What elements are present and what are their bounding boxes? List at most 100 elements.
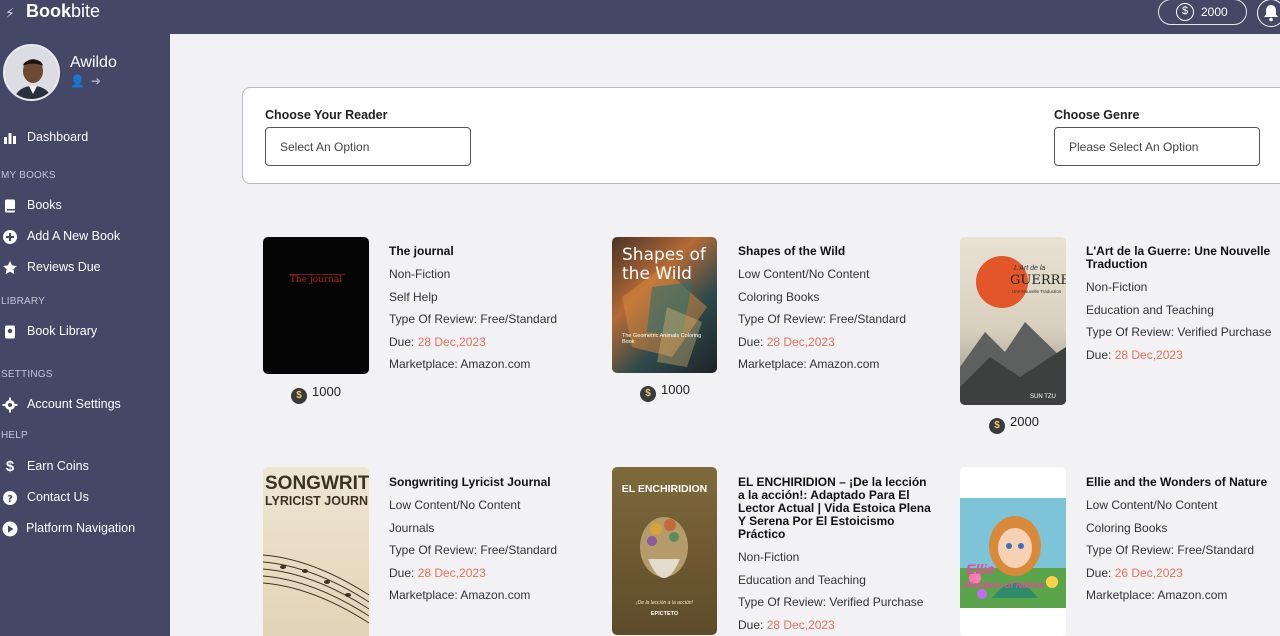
book-info: Ellie and the Wonders of Nature Low Cont… bbox=[1086, 476, 1276, 611]
cover-subtitle: Une Nouvelle Traduction bbox=[1012, 289, 1062, 294]
sidebar-item-label: Contact Us bbox=[27, 490, 89, 504]
book-category: Low Content/No Content bbox=[389, 498, 521, 512]
book-review-type: Type Of Review: Free/Standard bbox=[1086, 543, 1255, 557]
user-name: Awildo bbox=[70, 54, 117, 71]
book-due: Due: 26 Dec,2023 bbox=[1086, 566, 1276, 589]
book-review-type: Type Of Review: Free/Standard bbox=[389, 543, 558, 557]
book-title[interactable]: Ellie and the Wonders of Nature bbox=[1086, 476, 1276, 489]
music-staff-art bbox=[263, 554, 369, 624]
coin-amount: 1000 bbox=[312, 384, 341, 399]
cover-subtitle: The Geometric Animals Coloring Book bbox=[622, 333, 702, 345]
ellie-art bbox=[960, 498, 1066, 608]
sidebar-item-dashboard[interactable]: Dashboard bbox=[0, 126, 170, 150]
book-info: Shapes of the Wild Low Content/No Conten… bbox=[738, 245, 933, 380]
sidebar-item-account-settings[interactable]: Account Settings bbox=[0, 393, 170, 417]
genre-select[interactable]: Please Select An Option bbox=[1054, 127, 1260, 166]
book-title[interactable]: The journal bbox=[389, 245, 584, 258]
book-category: Low Content/No Content bbox=[1086, 498, 1218, 512]
star-icon bbox=[3, 261, 17, 275]
cover-author: SUN TZU bbox=[1030, 394, 1056, 400]
book-category: Non-Fiction bbox=[738, 550, 800, 564]
book-due: Due: 28 Dec,2023 bbox=[389, 335, 584, 358]
book-title[interactable]: Songwriting Lyricist Journal bbox=[389, 476, 584, 489]
book-title[interactable]: L'Art de la Guerre: Une Nouvelle Traduct… bbox=[1086, 245, 1276, 271]
book-genre: Self Help bbox=[389, 289, 438, 304]
book-info: Songwriting Lyricist Journal Low Content… bbox=[389, 476, 584, 611]
book-cover[interactable]: The journal bbox=[263, 237, 369, 374]
coin-balance-button[interactable]: $ 2000 bbox=[1158, 0, 1247, 25]
sidebar-item-book-library[interactable]: Book Library bbox=[0, 320, 170, 344]
book-genre: Journals bbox=[389, 520, 435, 535]
sidebar-item-label: Reviews Due bbox=[27, 260, 101, 274]
book-title[interactable]: EL ENCHIRIDION – ¡De la lección a la acc… bbox=[738, 476, 933, 541]
sidebar-item-earn-coins[interactable]: $ Earn Coins bbox=[0, 455, 170, 479]
book-marketplace: Marketplace: Amazon.com bbox=[389, 357, 531, 371]
cover-title: The journal bbox=[289, 275, 343, 285]
book-genre: Education and Teaching bbox=[738, 572, 866, 587]
due-date: 28 Dec,2023 bbox=[417, 334, 486, 349]
section-heading-settings: SETTINGS bbox=[1, 369, 53, 380]
sidebar-item-label: Account Settings bbox=[27, 397, 121, 411]
bolt-icon: ⚡ bbox=[5, 5, 15, 21]
book-due: Due: 28 Dec,2023 bbox=[738, 335, 933, 358]
cover-title: Ellie bbox=[966, 561, 995, 577]
sidebar-item-label: Add A New Book bbox=[27, 229, 121, 243]
cover-title: Shapes of the Wild bbox=[622, 245, 706, 284]
brand-logo[interactable]: Bookbite bbox=[26, 1, 100, 22]
due-date: 28 Dec,2023 bbox=[766, 617, 835, 632]
cover-title: GUERRE bbox=[1010, 273, 1066, 288]
gear-icon bbox=[2, 397, 18, 413]
dollar-icon: $ bbox=[1176, 3, 1194, 21]
book-review-type: Type Of Review: Free/Standard bbox=[738, 312, 907, 326]
plus-circle-icon bbox=[3, 230, 17, 244]
notifications-button[interactable] bbox=[1257, 0, 1280, 27]
top-bar: ⚡ Bookbite $ 2000 bbox=[0, 0, 1280, 34]
section-heading-library: LIBRARY bbox=[1, 296, 46, 307]
coin-icon: $ bbox=[291, 388, 307, 404]
profile-icon[interactable]: 👤 bbox=[70, 74, 85, 88]
book-coin-reward: $2000 bbox=[989, 414, 1039, 434]
logout-icon[interactable]: ➜ bbox=[91, 74, 101, 88]
sidebar-item-label: Platform Navigation bbox=[26, 521, 136, 535]
book-review-type: Type Of Review: Verified Purchase bbox=[1086, 325, 1272, 339]
book-cover[interactable]: SONGWRITI LYRICIST JOURN bbox=[263, 467, 369, 636]
library-book-icon bbox=[5, 325, 15, 339]
book-marketplace: Marketplace: Amazon.com bbox=[738, 357, 880, 371]
avatar[interactable] bbox=[3, 44, 60, 101]
cover-subtitle: ¡De la lección a la acción! bbox=[636, 600, 693, 606]
book-cover[interactable]: L'Art de la GUERRE Une Nouvelle Traducti… bbox=[960, 237, 1066, 405]
book-cover[interactable]: EL ENCHIRIDION ¡De la lección a la acció… bbox=[612, 467, 717, 635]
bar-chart-icon bbox=[4, 133, 16, 144]
book-cover[interactable]: Shapes of the Wild The Geometric Animals… bbox=[612, 237, 717, 373]
coin-icon: $ bbox=[640, 386, 656, 402]
sidebar-item-label: Earn Coins bbox=[27, 459, 89, 473]
due-date: 28 Dec,2023 bbox=[1114, 347, 1183, 362]
bell-icon bbox=[1264, 5, 1278, 22]
book-coin-reward: $1000 bbox=[291, 384, 341, 404]
book-cover[interactable]: Ellie Wonders of Nature bbox=[960, 467, 1066, 636]
sidebar-item-contact-us[interactable]: ? Contact Us bbox=[0, 486, 170, 510]
cover-subtitle: Wonders of Nature bbox=[964, 580, 1045, 590]
book-category: Non-Fiction bbox=[389, 267, 451, 281]
reader-select[interactable]: Select An Option bbox=[265, 127, 471, 166]
book-info: The journal Non-Fiction Self Help Type O… bbox=[389, 245, 584, 380]
book-info: EL ENCHIRIDION – ¡De la lección a la acc… bbox=[738, 476, 933, 636]
sidebar-item-label: Dashboard bbox=[27, 130, 89, 144]
coin-icon: $ bbox=[989, 418, 1005, 434]
sidebar-item-add-book[interactable]: Add A New Book bbox=[0, 225, 170, 249]
book-due: Due: 28 Dec,2023 bbox=[389, 566, 584, 589]
play-circle-icon bbox=[2, 521, 18, 537]
due-label: Due: bbox=[1086, 347, 1115, 362]
sidebar: Awildo 👤 ➜ Dashboard MY BOOKS Books Add A… bbox=[0, 34, 170, 636]
sidebar-item-books[interactable]: Books bbox=[0, 194, 170, 218]
dollar-icon: $ bbox=[5, 458, 15, 475]
book-title[interactable]: Shapes of the Wild bbox=[738, 245, 933, 258]
due-date: 28 Dec,2023 bbox=[417, 565, 486, 580]
sidebar-item-label: Book Library bbox=[27, 324, 98, 338]
svg-text:?: ? bbox=[7, 494, 13, 505]
cover-rule bbox=[289, 274, 345, 275]
book-due: Due: 28 Dec,2023 bbox=[1086, 348, 1276, 371]
sidebar-item-platform-navigation[interactable]: Platform Navigation bbox=[0, 517, 170, 541]
reader-label: Choose Your Reader bbox=[265, 108, 388, 122]
sidebar-item-reviews-due[interactable]: Reviews Due bbox=[0, 256, 170, 280]
